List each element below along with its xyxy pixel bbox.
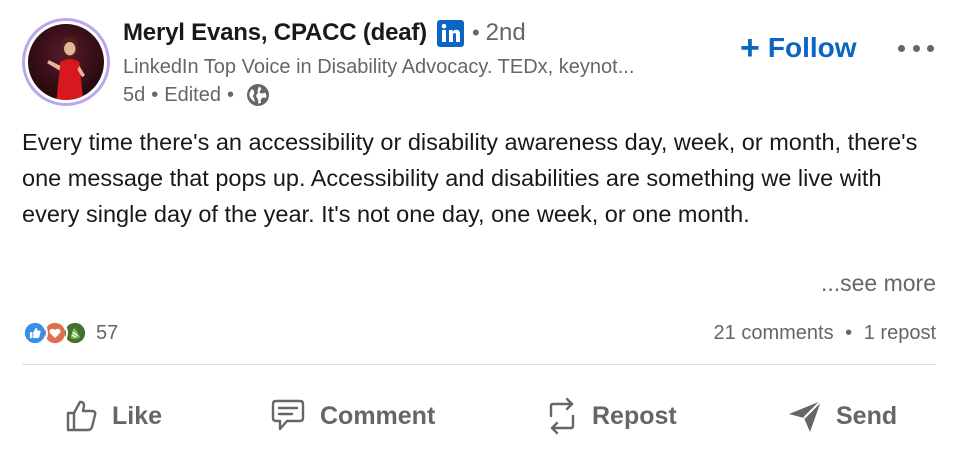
post-meta: 5d • Edited • [123, 80, 723, 110]
follow-button[interactable]: + Follow [740, 28, 857, 68]
like-button[interactable]: Like [64, 386, 162, 446]
send-button[interactable]: Send [786, 386, 897, 446]
repost-icon [549, 397, 575, 435]
separator-dot: • [471, 20, 480, 45]
author-headline: LinkedIn Top Voice in Disability Advocac… [123, 56, 635, 78]
reaction-icons [22, 318, 96, 348]
send-label: Send [836, 401, 898, 430]
separator-dot: • [151, 84, 159, 106]
like-reaction-icon [22, 320, 48, 346]
edited-label: Edited [164, 84, 221, 106]
send-icon [789, 400, 822, 432]
avatar-photo [28, 24, 104, 100]
avatar[interactable] [22, 18, 110, 106]
repost-label: Repost [592, 401, 677, 430]
separator-dot: • [226, 84, 234, 106]
more-options-button[interactable] [894, 30, 938, 66]
more-dot [927, 44, 934, 52]
author-name[interactable]: Meryl Evans, CPACC (deaf) [123, 19, 427, 47]
more-dot [912, 44, 920, 52]
post-header: Meryl Evans, CPACC (deaf) • 2nd LinkedIn… [22, 18, 940, 110]
separator-dot: • [845, 322, 853, 344]
author-name-row: Meryl Evans, CPACC (deaf) • 2nd [123, 18, 723, 48]
repost-button[interactable]: Repost [544, 386, 677, 446]
comment-icon [271, 399, 305, 431]
post-time: 5d [123, 84, 146, 106]
more-dot [898, 44, 905, 52]
reactions-summary[interactable]: 57 [22, 318, 118, 348]
linkedin-icon [436, 19, 464, 47]
comment-button[interactable]: Comment [268, 386, 435, 446]
reactions-count: 57 [96, 321, 119, 344]
globe-icon [247, 84, 269, 106]
reposts-count[interactable]: 1 repost [864, 322, 936, 344]
action-bar: Like Comment Repost Send [22, 386, 936, 446]
like-label: Like [112, 401, 163, 430]
connection-degree: 2nd [485, 19, 526, 46]
social-counts: 57 21 comments • 1 repost [22, 318, 936, 348]
post-body: Every time there's an accessibility or d… [22, 129, 918, 227]
author-info: Meryl Evans, CPACC (deaf) • 2nd LinkedIn… [123, 18, 723, 110]
comments-count[interactable]: 21 comments [714, 322, 834, 344]
comment-label: Comment [320, 401, 436, 430]
follow-label: Follow [767, 32, 857, 63]
plus-icon: + [740, 29, 760, 67]
see-more-link[interactable]: ...see more [780, 270, 936, 297]
thumbs-up-icon [66, 400, 97, 432]
divider [22, 364, 936, 365]
engagement-counts: 21 comments • 1 repost [714, 318, 936, 348]
